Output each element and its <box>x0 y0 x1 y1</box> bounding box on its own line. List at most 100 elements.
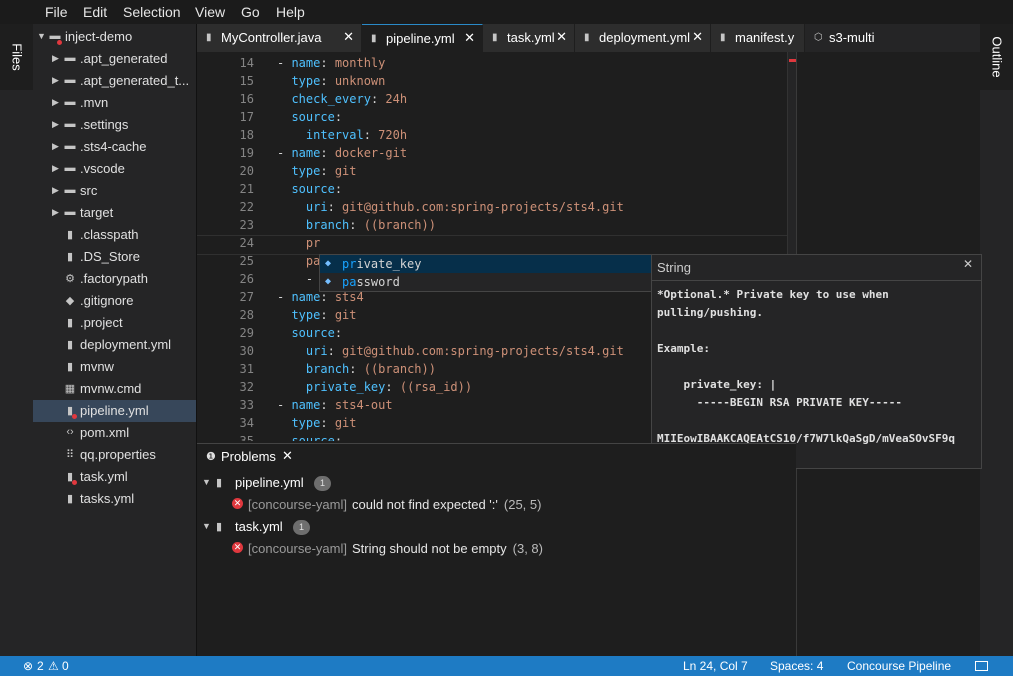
chevron-right-icon[interactable]: ▶ <box>52 75 59 86</box>
indentation-status[interactable]: Spaces: 4 <box>770 659 823 673</box>
code-line[interactable]: - name: sts4 <box>277 290 364 304</box>
code-line[interactable]: source: <box>277 434 342 441</box>
warning-count-icon[interactable]: ⚠ <box>48 659 59 673</box>
close-icon[interactable]: ✕ <box>343 29 354 45</box>
tree-item[interactable]: ◆ .gitignore <box>33 290 196 312</box>
error-count[interactable]: 2 <box>37 659 44 673</box>
code-line[interactable]: type: git <box>277 164 356 178</box>
code-line[interactable]: private_key: ((rsa_id)) <box>277 380 472 394</box>
close-panel-icon[interactable]: ✕ <box>282 448 293 464</box>
chevron-right-icon[interactable]: ▶ <box>52 53 59 64</box>
suggest-item[interactable]: ◆ password <box>320 273 651 291</box>
folder-icon: ▬ <box>64 96 76 108</box>
code-line[interactable]: uri: git@github.com:spring-projects/sts4… <box>277 200 624 214</box>
editor-tab[interactable]: ▮ deployment.yml ✕ <box>575 24 711 52</box>
menu-help[interactable]: Help <box>276 4 305 20</box>
code-line[interactable]: uri: git@github.com:spring-projects/sts4… <box>277 344 624 358</box>
tree-item-label: .project <box>80 315 123 330</box>
close-icon[interactable]: ✕ <box>556 29 567 45</box>
code-line[interactable]: branch: ((branch)) <box>277 362 436 376</box>
code-line[interactable]: type: unknown <box>277 74 385 88</box>
tree-item[interactable]: ▶ ▬ .vscode <box>33 158 196 180</box>
chevron-down-icon[interactable]: ▼ <box>202 477 211 487</box>
code-line[interactable]: - <box>277 272 313 286</box>
tree-item[interactable]: ▶ ▬ .apt_generated_t... <box>33 70 196 92</box>
suggest-item[interactable]: ◆ private_key <box>320 255 651 273</box>
problem-file[interactable]: ▼ ▮ task.yml 1 <box>197 517 796 537</box>
close-icon[interactable]: ✕ <box>464 30 475 46</box>
tree-item[interactable]: ▮ deployment.yml <box>33 334 196 356</box>
code-line[interactable]: - name: monthly <box>277 56 385 70</box>
problems-tab[interactable]: ❶ Problems ✕ <box>197 444 299 470</box>
tree-item[interactable]: ▼ ▬ inject-demo <box>33 26 196 48</box>
editor-tab[interactable]: ⬡ s3-multi <box>805 24 915 52</box>
chevron-right-icon[interactable]: ▶ <box>52 97 59 108</box>
editor-tab[interactable]: ▮ manifest.y <box>711 24 805 52</box>
tree-item[interactable]: ▶ ▬ target <box>33 202 196 224</box>
menu-go[interactable]: Go <box>241 4 260 20</box>
tree-item[interactable]: ▶ ▬ .mvn <box>33 92 196 114</box>
tree-item[interactable]: ▮ .project <box>33 312 196 334</box>
chevron-right-icon[interactable]: ▶ <box>52 163 59 174</box>
code-line[interactable]: branch: ((branch)) <box>277 218 436 232</box>
tree-item[interactable]: ▶ ▬ src <box>33 180 196 202</box>
chevron-right-icon[interactable]: ▶ <box>52 207 59 218</box>
tree-item[interactable]: ▮ .DS_Store <box>33 246 196 268</box>
code-line[interactable]: - name: sts4-out <box>277 398 393 412</box>
tree-item[interactable]: ▮ mvnw <box>33 356 196 378</box>
problem-file[interactable]: ▼ ▮ pipeline.yml 1 <box>197 473 796 493</box>
problems-tab-label: Problems <box>221 449 276 464</box>
menu-file[interactable]: File <box>45 4 68 20</box>
tree-item[interactable]: ▶ ▬ .apt_generated <box>33 48 196 70</box>
code-line[interactable]: source: <box>277 182 342 196</box>
code-line[interactable]: type: git <box>277 308 356 322</box>
code-line[interactable]: - name: docker-git <box>277 146 407 160</box>
code-token: type <box>291 416 321 430</box>
chevron-down-icon[interactable]: ▼ <box>37 31 46 41</box>
tree-item[interactable]: ▮ task.yml <box>33 466 196 488</box>
tree-item[interactable]: ▦ mvnw.cmd <box>33 378 196 400</box>
chevron-right-icon[interactable]: ▶ <box>52 185 59 196</box>
tree-item[interactable]: ⠿ qq.properties <box>33 444 196 466</box>
files-panel-tab[interactable]: Files <box>0 24 33 90</box>
problem-message[interactable]: ✕ [concourse-yaml] String should not be em… <box>197 539 796 559</box>
tree-item[interactable]: ▮ tasks.yml <box>33 488 196 510</box>
language-mode[interactable]: Concourse Pipeline <box>847 659 951 673</box>
tree-item[interactable]: ▶ ▬ .sts4-cache <box>33 136 196 158</box>
error-count-icon[interactable]: ⊗ <box>23 659 33 673</box>
menu-edit[interactable]: Edit <box>83 4 107 20</box>
editor-tab[interactable]: ▮ pipeline.yml ✕ <box>362 24 483 52</box>
code-line[interactable]: source: <box>277 110 342 124</box>
close-icon[interactable]: ✕ <box>963 257 973 271</box>
editor-tab[interactable]: ▮ task.yml ✕ <box>483 24 575 52</box>
code-line[interactable]: pa <box>277 254 320 268</box>
tree-item[interactable]: ▶ ▬ .settings <box>33 114 196 136</box>
warning-count[interactable]: 0 <box>62 659 69 673</box>
chevron-right-icon[interactable]: ▶ <box>52 141 59 152</box>
editor-tab[interactable]: ▮ MyController.java ✕ <box>197 24 362 52</box>
code-line[interactable]: type: git <box>277 416 356 430</box>
code-line[interactable]: check_every: 24h <box>277 92 407 106</box>
tree-item[interactable]: ▮ pipeline.yml <box>33 400 196 422</box>
menu-selection[interactable]: Selection <box>123 4 181 20</box>
tree-item[interactable]: ‹› pom.xml <box>33 422 196 444</box>
problem-message[interactable]: ✕ [concourse-yaml] could not find expected… <box>197 495 796 515</box>
code-line[interactable]: interval: 720h <box>277 128 407 142</box>
suggest-item-label: password <box>342 275 400 289</box>
chevron-down-icon[interactable]: ▼ <box>202 521 211 531</box>
cursor-position[interactable]: Ln 24, Col 7 <box>683 659 748 673</box>
code-line[interactable]: pr <box>277 236 320 250</box>
chevron-right-icon[interactable]: ▶ <box>52 119 59 130</box>
code-line[interactable]: source: <box>277 326 342 340</box>
code-token: source <box>291 434 335 441</box>
menu-view[interactable]: View <box>195 4 225 20</box>
outline-panel-tab[interactable]: Outline <box>980 24 1013 90</box>
close-icon[interactable]: ✕ <box>692 29 703 45</box>
tree-item[interactable]: ⚙ .factorypath <box>33 268 196 290</box>
line-number: 17 <box>239 110 254 124</box>
feedback-icon[interactable] <box>975 661 988 671</box>
tree-item[interactable]: ▮ .classpath <box>33 224 196 246</box>
